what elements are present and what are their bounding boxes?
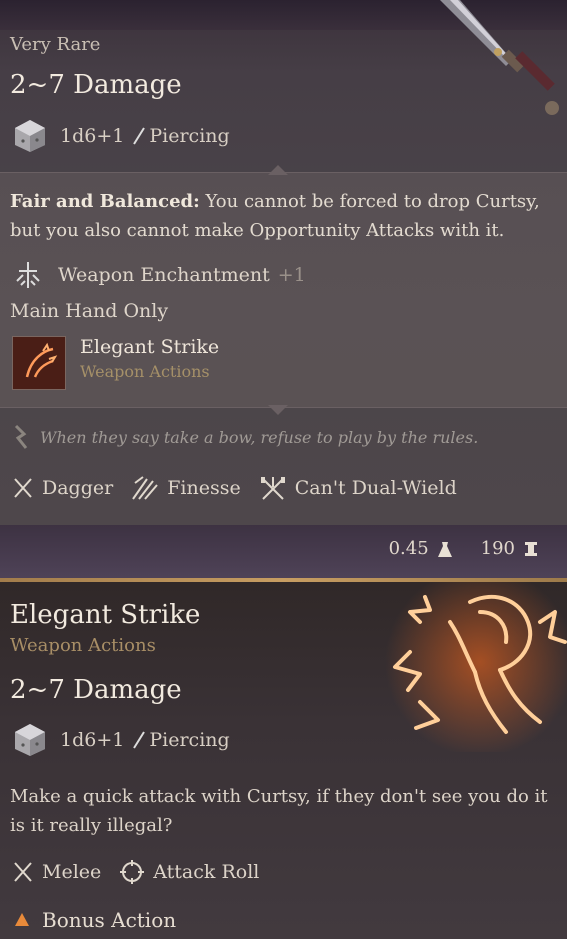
action-category: Weapon Actions	[10, 635, 156, 656]
passive-description: Fair and Balanced: You cannot be forced …	[10, 187, 550, 245]
finesse-icon	[132, 476, 158, 500]
passive-name: Fair and Balanced:	[10, 191, 200, 212]
bonus-action-icon	[15, 913, 29, 926]
tag-label: Attack Roll	[153, 861, 260, 883]
gold-icon	[525, 541, 537, 556]
granted-action-name: Elegant Strike	[80, 336, 220, 358]
piercing-icon	[133, 731, 146, 749]
section-notch-icon	[268, 405, 288, 415]
dagger-icon	[14, 478, 32, 498]
tag-attack-roll[interactable]: Attack Roll	[119, 859, 259, 885]
item-weight: 0.45	[388, 538, 429, 559]
d6-dice-icon	[15, 120, 45, 152]
action-damage: 2~7 Damage	[10, 675, 182, 705]
property-label: Finesse	[167, 477, 241, 499]
weapon-properties: Dagger Finesse Can't Dual-Wield	[12, 473, 475, 503]
action-damage-type: Piercing	[149, 729, 230, 751]
dagger-artwork	[440, 0, 559, 115]
tag-melee[interactable]: Melee	[12, 860, 101, 884]
weapon-enchantment[interactable]: Weapon Enchantment +1	[12, 258, 306, 292]
section-notch-icon	[268, 165, 288, 175]
cant-dual-wield-icon	[260, 477, 285, 500]
flavor-text-row: When they say take a bow, refuse to play…	[12, 424, 478, 450]
item-damage: 2~7 Damage	[10, 70, 182, 100]
flavor-icon	[14, 424, 28, 449]
tag-label: Melee	[42, 861, 102, 883]
action-cost: Bonus Action	[14, 908, 176, 932]
melee-icon	[14, 862, 32, 882]
granted-action-category: Weapon Actions	[80, 362, 210, 381]
attack-roll-icon	[120, 860, 145, 884]
enchantment-bonus: +1	[277, 264, 306, 286]
item-tooltip: Very Rare 2~7 Damage 1d6+1 Piercing Fair…	[0, 0, 567, 525]
action-title: Elegant Strike	[10, 600, 201, 630]
flavor-text: When they say take a bow, refuse to play…	[40, 427, 479, 447]
item-value: 190	[480, 538, 515, 559]
action-tags: Melee Attack Roll	[12, 857, 277, 887]
property-dagger[interactable]: Dagger	[12, 476, 113, 500]
action-dice-row: 1d6+1 Piercing	[12, 722, 230, 758]
damage-dice-row: 1d6+1 Piercing	[12, 118, 230, 154]
piercing-icon	[133, 127, 146, 145]
property-label: Dagger	[42, 477, 114, 499]
enchantment-label: Weapon Enchantment	[58, 264, 270, 286]
elegant-strike-artwork	[385, 582, 567, 752]
property-finesse[interactable]: Finesse	[131, 475, 241, 501]
d6-dice-icon	[15, 724, 45, 756]
property-cant-dual-wield[interactable]: Can't Dual-Wield	[259, 475, 457, 501]
property-label: Can't Dual-Wield	[294, 477, 457, 499]
weight-icon	[437, 541, 452, 557]
action-dice: 1d6+1	[60, 729, 125, 751]
item-rarity: Very Rare	[10, 34, 101, 55]
granted-action[interactable]: Elegant Strike Weapon Actions	[12, 336, 219, 390]
action-cost-label: Bonus Action	[42, 908, 177, 932]
action-description: Make a quick attack with Curtsy, if they…	[10, 786, 548, 836]
main-hand-only: Main Hand Only	[10, 300, 169, 322]
damage-dice: 1d6+1	[60, 125, 125, 147]
elegant-strike-icon	[12, 336, 66, 390]
enchantment-icon	[16, 262, 40, 288]
item-weight-value: 0.45 190	[389, 538, 539, 559]
damage-type: Piercing	[149, 125, 230, 147]
